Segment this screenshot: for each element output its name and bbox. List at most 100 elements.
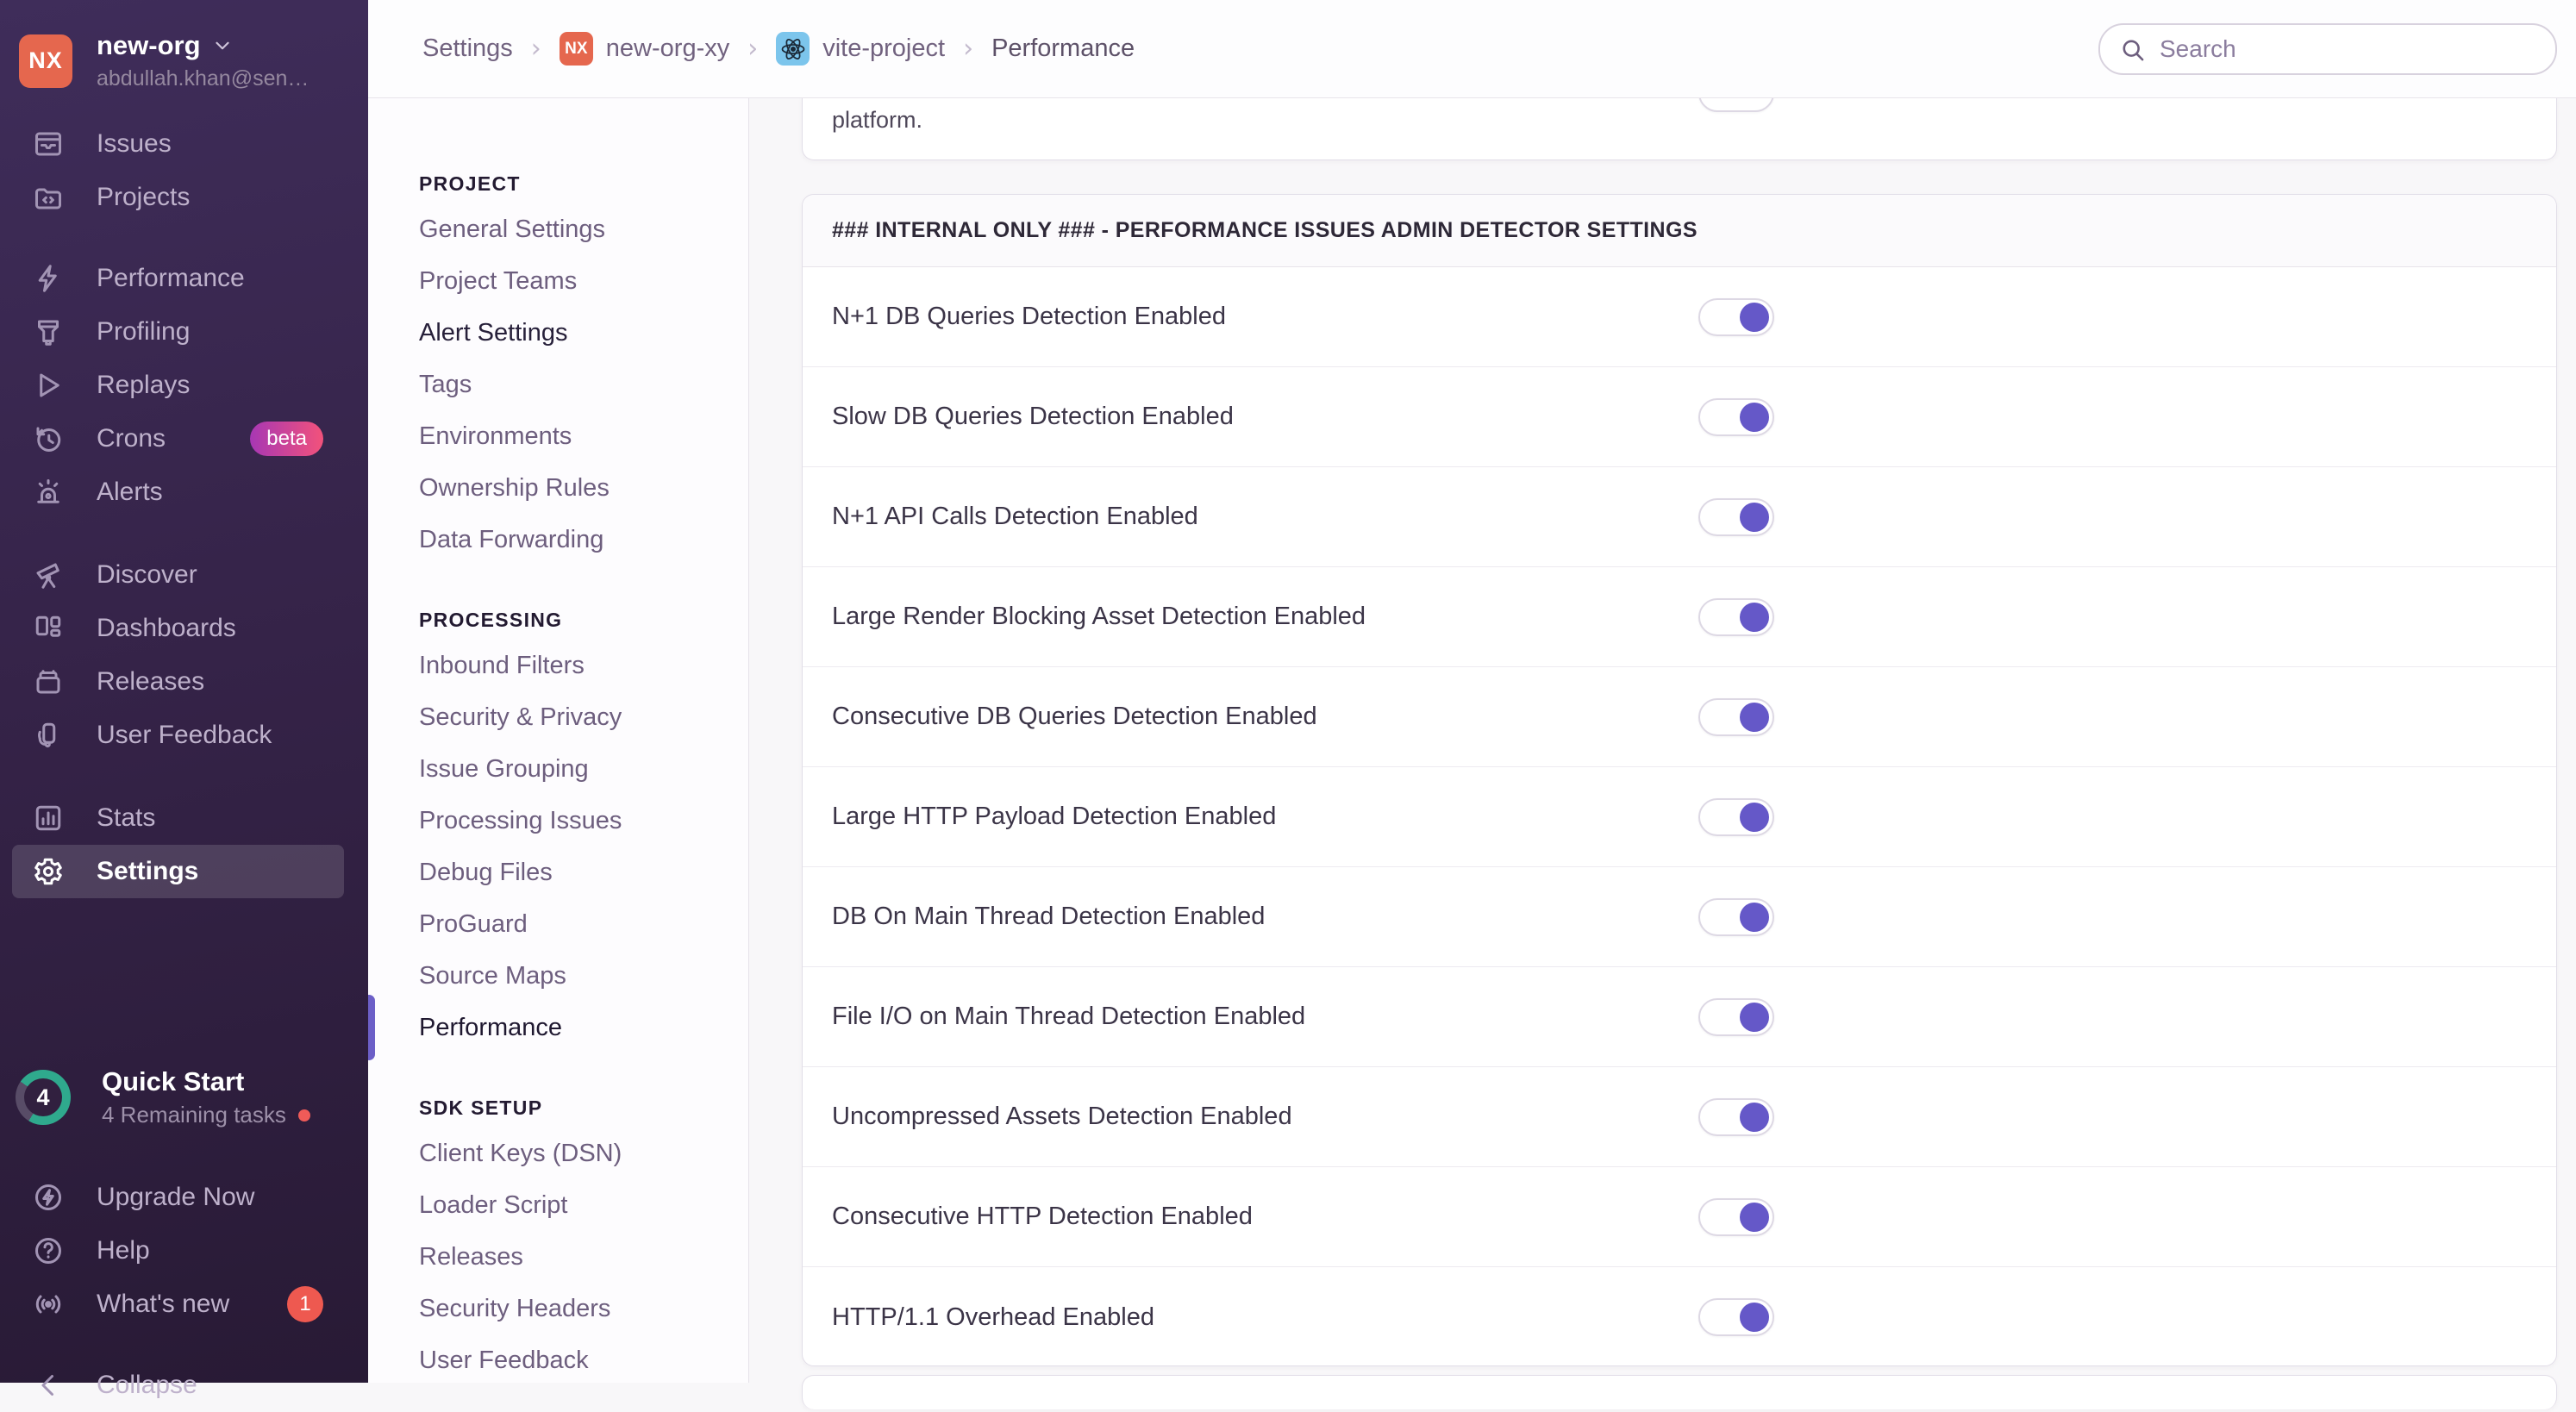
- toggle-slow-db-queries-detection-enabled[interactable]: [1698, 397, 1774, 436]
- toggle-consecutive-db-queries-detection-enabled[interactable]: [1698, 697, 1774, 736]
- subnav-item-label: ProGuard: [419, 909, 528, 938]
- sidebar-item-label: Issues: [97, 129, 172, 158]
- breadcrumb-separator: ›: [747, 34, 759, 64]
- subnav-item-general-settings[interactable]: General Settings: [368, 203, 748, 255]
- sidebar-item-issues[interactable]: Issues: [0, 117, 368, 171]
- subnav-item-issue-grouping[interactable]: Issue Grouping: [368, 743, 748, 795]
- toggle-consecutive-http-detection-enabled[interactable]: [1698, 1197, 1774, 1236]
- toggle-http-1-1-overhead-enabled[interactable]: [1698, 1298, 1774, 1336]
- subnav-item-project-teams[interactable]: Project Teams: [368, 255, 748, 307]
- setting-label: Consecutive DB Queries Detection Enabled: [832, 703, 1317, 730]
- toggle-large-render-blocking-asset-detection-enabled[interactable]: [1698, 597, 1774, 636]
- quick-start[interactable]: 4 Quick Start 4 Remaining tasks: [16, 1066, 310, 1128]
- sidebar-item-stats[interactable]: Stats: [0, 791, 368, 845]
- setting-row-db-on-main-thread-detection-enabled: DB On Main Thread Detection Enabled: [803, 867, 2556, 967]
- toggle-knob: [1740, 1202, 1769, 1232]
- stats-icon: [33, 803, 64, 834]
- sidebar-item-projects[interactable]: Projects: [0, 171, 368, 224]
- toggle-knob: [1740, 402, 1769, 432]
- toggle-knob: [1740, 702, 1769, 732]
- subnav-item-performance[interactable]: Performance: [363, 995, 748, 1060]
- subnav-section-sdk-setup: SDK SETUP Client Keys (DSN) Loader Script R…: [368, 1088, 748, 1386]
- crons-icon: [33, 423, 64, 454]
- subnav-item-releases[interactable]: Releases: [368, 1231, 748, 1283]
- chevron-down-icon: [215, 41, 229, 50]
- subnav-item-label: General Settings: [419, 215, 606, 243]
- sidebar-item-replays[interactable]: Replays: [0, 359, 368, 412]
- sidebar-item-label: Help: [97, 1236, 150, 1265]
- setting-row-consecutive-db-queries-detection-enabled: Consecutive DB Queries Detection Enabled: [803, 667, 2556, 767]
- toggle-n-1-db-queries-detection-enabled[interactable]: [1698, 297, 1774, 336]
- sidebar-item-label: Performance: [97, 264, 245, 292]
- subnav-item-alert-settings[interactable]: Alert Settings: [368, 307, 748, 359]
- subnav-item-inbound-filters[interactable]: Inbound Filters: [368, 640, 748, 691]
- help-icon: [33, 1235, 64, 1266]
- toggle-knob: [1740, 1002, 1769, 1032]
- replays-icon: [33, 370, 64, 401]
- toggle-n-1-api-calls-detection-enabled[interactable]: [1698, 497, 1774, 536]
- notification-dot: [297, 1109, 310, 1121]
- setting-label: N+1 API Calls Detection Enabled: [832, 503, 1198, 530]
- collapse-icon: [33, 1370, 64, 1401]
- breadcrumb-project[interactable]: vite-project: [822, 34, 945, 63]
- org-badge: NX: [559, 32, 593, 66]
- upgrade-icon: [33, 1182, 64, 1213]
- sidebar-item-what-s-new[interactable]: What's new 1: [0, 1278, 368, 1331]
- toggle-knob: [1740, 602, 1769, 632]
- main-sidebar: NX new-org abdullah.khan@sen… Issues Proj…: [0, 0, 368, 1399]
- subnav-item-label: Alert Settings: [419, 318, 568, 347]
- breadcrumb-settings[interactable]: Settings: [422, 34, 513, 63]
- sidebar-item-settings[interactable]: Settings: [12, 845, 344, 898]
- subnav-item-processing-issues[interactable]: Processing Issues: [368, 795, 748, 847]
- subnav-item-client-keys-dsn[interactable]: Client Keys (DSN): [368, 1128, 748, 1179]
- subnav-item-environments[interactable]: Environments: [368, 410, 748, 462]
- sidebar-item-alerts[interactable]: Alerts: [0, 465, 368, 519]
- search-input[interactable]: [2158, 34, 2532, 64]
- sidebar-item-discover[interactable]: Discover: [0, 548, 368, 602]
- sidebar-item-performance[interactable]: Performance: [0, 252, 368, 305]
- sidebar-item-label: What's new: [97, 1290, 230, 1318]
- subnav-item-user-feedback[interactable]: User Feedback: [368, 1334, 748, 1386]
- subnav-item-tags[interactable]: Tags: [368, 359, 748, 410]
- sidebar-item-label: Collapse: [97, 1371, 197, 1399]
- toggle-db-on-main-thread-detection-enabled[interactable]: [1698, 897, 1774, 936]
- toggle-large-http-payload-detection-enabled[interactable]: [1698, 797, 1774, 836]
- panel-title: ### INTERNAL ONLY ### - PERFORMANCE ISSU…: [803, 195, 2556, 267]
- sidebar-item-help[interactable]: Help: [0, 1224, 368, 1278]
- subnav-item-security-privacy[interactable]: Security & Privacy: [368, 691, 748, 743]
- sidebar-item-profiling[interactable]: Profiling: [0, 305, 368, 359]
- setting-label: HTTP/1.1 Overhead Enabled: [832, 1303, 1154, 1331]
- sidebar-item-dashboards[interactable]: Dashboards: [0, 602, 368, 655]
- next-panel-edge: [802, 1375, 2557, 1409]
- org-switcher[interactable]: NX new-org abdullah.khan@sen…: [19, 30, 309, 91]
- setting-row-n-1-api-calls-detection-enabled: N+1 API Calls Detection Enabled: [803, 467, 2556, 567]
- search-box[interactable]: [2098, 23, 2557, 75]
- sidebar-item-releases[interactable]: Releases: [0, 655, 368, 709]
- subnav-item-label: Processing Issues: [419, 806, 622, 834]
- breadcrumb-org[interactable]: new-org-xy: [606, 34, 729, 63]
- sidebar-item-upgrade-now[interactable]: Upgrade Now: [0, 1171, 368, 1224]
- subnav-item-security-headers[interactable]: Security Headers: [368, 1283, 748, 1334]
- discover-icon: [33, 559, 64, 590]
- subnav-item-loader-script[interactable]: Loader Script: [368, 1179, 748, 1231]
- subnav-item-source-maps[interactable]: Source Maps: [368, 950, 748, 1002]
- sidebar-item-crons[interactable]: Crons beta: [0, 412, 368, 465]
- setting-row-slow-db-queries-detection-enabled: Slow DB Queries Detection Enabled: [803, 367, 2556, 467]
- setting-row-uncompressed-assets-detection-enabled: Uncompressed Assets Detection Enabled: [803, 1067, 2556, 1167]
- subnav-item-proguard[interactable]: ProGuard: [368, 898, 748, 950]
- subnav-section-title: PROCESSING: [419, 608, 563, 631]
- releases-icon: [33, 666, 64, 697]
- sidebar-item-user-feedback[interactable]: User Feedback: [0, 709, 368, 762]
- subnav-item-ownership-rules[interactable]: Ownership Rules: [368, 462, 748, 514]
- toggle-partial[interactable]: [1698, 97, 1774, 112]
- react-project-icon: [776, 32, 810, 66]
- sidebar-item-label: Projects: [97, 183, 191, 211]
- toggle-knob: [1740, 302, 1769, 332]
- subnav-item-data-forwarding[interactable]: Data Forwarding: [368, 514, 748, 565]
- profiling-icon: [33, 316, 64, 347]
- subnav-item-debug-files[interactable]: Debug Files: [368, 847, 748, 898]
- toggle-file-i-o-on-main-thread-detection-enabled[interactable]: [1698, 997, 1774, 1036]
- toggle-uncompressed-assets-detection-enabled[interactable]: [1698, 1097, 1774, 1136]
- sidebar-item-collapse[interactable]: Collapse: [0, 1359, 368, 1412]
- org-name: new-org: [97, 30, 201, 60]
